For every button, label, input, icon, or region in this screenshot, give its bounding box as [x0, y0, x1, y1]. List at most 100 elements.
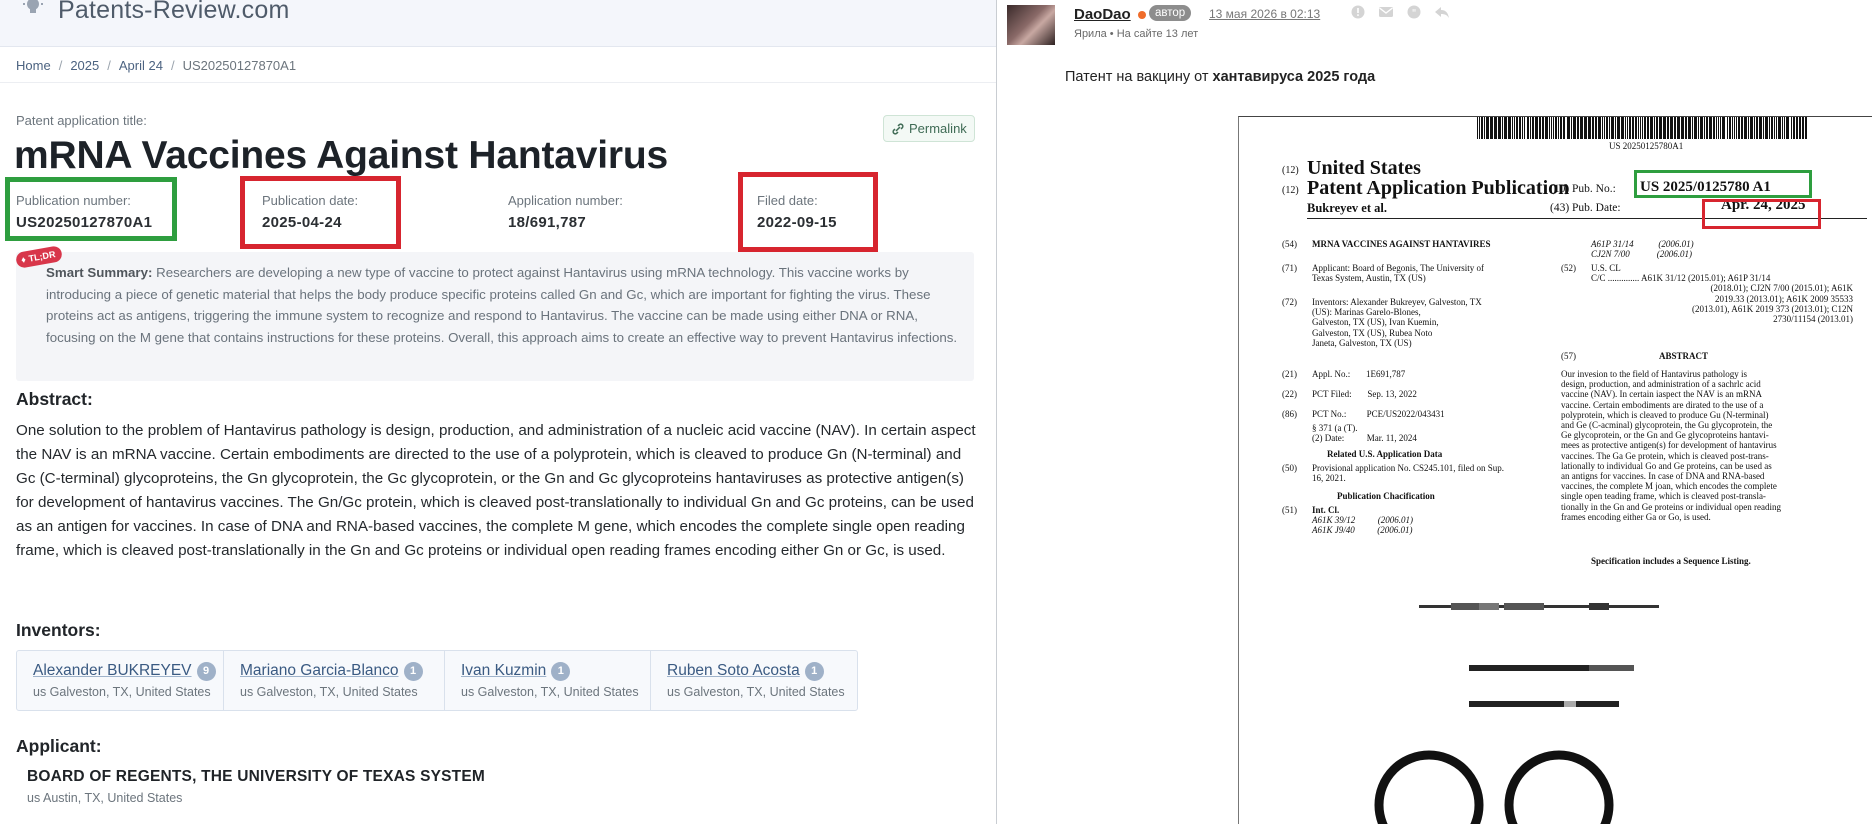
highlight-box-filed-date [738, 172, 878, 252]
barcode-bar [1635, 117, 1637, 139]
avatar[interactable] [1007, 5, 1055, 45]
barcode-bar [1738, 117, 1740, 139]
barcode-bar [1694, 117, 1697, 139]
barcode-bar [1784, 117, 1785, 139]
barcode-bar [1774, 117, 1775, 139]
barcode-number: US 20250125780A1 [1609, 141, 1684, 151]
doc-line: (2013.01), A61K 2019 373 (2013.01); C12N [1692, 303, 1853, 314]
doc-pct-filed: PCT Filed: Sep. 13, 2022 [1312, 389, 1417, 399]
inventor-link[interactable]: Alexander BUKREYEV [33, 662, 192, 679]
barcode-bar [1698, 117, 1699, 139]
inventor-card: Mariano Garcia-Blanco 1 us Galveston, TX,… [224, 651, 445, 710]
doc-line: polyprotein, which is cleaved to produce… [1561, 409, 1769, 420]
doc-line: Galveston, TX (US), Ivan Kuemin, [1312, 317, 1439, 328]
barcode-bar [1778, 117, 1781, 139]
doc-field-number: (12) [1282, 165, 1299, 176]
inventor-patent-count: 1 [403, 662, 423, 681]
inventor-link[interactable]: Ruben Soto Acosta [667, 662, 800, 679]
doc-pub-no-label: (10) Pub. No.: [1550, 183, 1616, 195]
barcode-bar [1595, 117, 1597, 139]
permalink-label: Permalink [909, 121, 967, 136]
doc-title: MRNA VACCINES AGAINST HANTAVIRES [1312, 239, 1491, 249]
barcode-bar [1674, 117, 1676, 139]
barcode-bar [1602, 117, 1603, 139]
doc-line: Janeta, Galveston, TX (US) [1312, 337, 1412, 348]
doc-line: vaccine. Certain embodiments are dirated… [1561, 399, 1764, 410]
warning-icon[interactable] [1349, 4, 1367, 20]
barcode-bar [1685, 117, 1687, 139]
barcode-bar [1692, 117, 1693, 139]
doc-field-number: (50) [1282, 463, 1297, 473]
barcode-bar [1663, 117, 1666, 139]
doc-line: an antigns for vaccines. In case of DNA … [1561, 471, 1765, 482]
page-title: mRNA Vaccines Against Hantavirus [14, 134, 668, 177]
barcode-bar [1771, 117, 1773, 139]
doc-line: frames encoding either Ga or Go, is used… [1561, 511, 1711, 522]
barcode-bar [1524, 117, 1525, 139]
barcode-bar [1617, 117, 1620, 139]
inventor-location: us Galveston, TX, United States [33, 685, 211, 699]
doc-line: and Ge (C-acminal) glycoprotein, the Gu … [1561, 420, 1773, 431]
doc-line: Int. Cl. [1312, 505, 1340, 515]
lightbulb-icon[interactable] [20, 0, 46, 20]
barcode-bar [1615, 117, 1616, 139]
applicant-name: BOARD OF REGENTS, THE UNIVERSITY OF TEXA… [27, 768, 486, 785]
permalink-button[interactable]: Permalink [883, 115, 975, 142]
inventor-link[interactable]: Mariano Garcia-Blanco [240, 662, 399, 679]
breadcrumb-date[interactable]: April 24 [119, 58, 163, 73]
barcode-bar [1560, 117, 1562, 139]
post-date-link[interactable]: 13 мая 2026 в 02:13 [1209, 7, 1320, 21]
mail-icon[interactable] [1377, 4, 1395, 20]
barcode-bar [1539, 117, 1541, 139]
barcode-bar [1656, 117, 1658, 139]
doc-field-number: (71) [1282, 263, 1297, 273]
doc-field-number: (57) [1561, 351, 1576, 361]
doc-figure [1374, 603, 1659, 824]
barcode-bar [1494, 117, 1497, 139]
doc-field-number: (22) [1282, 389, 1297, 399]
barcode-bar [1611, 117, 1614, 139]
doc-line: tionally in the Gn and Ge proteins or in… [1561, 501, 1781, 512]
doc-inventors: Inventors: Alexander Bukreyev, Galveston… [1312, 297, 1482, 348]
barcode-bar [1584, 117, 1587, 139]
barcode-bar [1502, 117, 1503, 139]
doc-line: CJ2N 7/00 (2006.01) [1591, 249, 1692, 260]
barcode-bar [1704, 117, 1705, 139]
barcode-bar [1802, 117, 1804, 139]
barcode-bar [1514, 117, 1515, 139]
barcode-bar [1791, 117, 1792, 139]
inventor-link[interactable]: Ivan Kuzmin [461, 662, 546, 679]
doc-related-heading: Related U.S. Application Data [1327, 449, 1443, 459]
barcode-bar [1551, 117, 1552, 139]
doc-class-top: A61P 31/14 (2006.01) CJ2N 7/00 (2006.01) [1591, 239, 1694, 259]
smart-summary: Smart Summary: Researchers are developin… [46, 262, 958, 348]
doc-abstract-heading: ABSTRACT [1659, 351, 1709, 361]
title-label: Patent application title: [16, 113, 147, 128]
breadcrumb-year[interactable]: 2025 [70, 58, 99, 73]
doc-pct-no: PCT No.: PCE/US2022/043431 § 371 (a (T).(… [1312, 409, 1445, 444]
reply-icon[interactable] [1433, 4, 1451, 20]
inventor-card: Alexander BUKREYEV 9 us Galveston, TX, Un… [17, 651, 224, 710]
barcode-bar [1677, 117, 1680, 139]
breadcrumb-separator: / [58, 58, 63, 73]
doc-line: A61K J9/40 (2006.01) [1312, 525, 1413, 536]
barcode-bar [1776, 117, 1777, 139]
doc-line: lationally to individual Go and Ge prote… [1561, 460, 1772, 471]
highlight-box-publication-number [5, 177, 177, 241]
post-author-username[interactable]: DaoDao [1074, 6, 1131, 23]
doc-line: Provisional application No. CS245.101, f… [1312, 463, 1504, 473]
barcode-bar [1598, 117, 1601, 139]
breadcrumb: Home / 2025 / April 24 / US20250127870A1 [16, 58, 296, 73]
barcode-bar [1573, 117, 1576, 139]
site-name[interactable]: Patents-Review.com [58, 0, 289, 25]
barcode-bar [1592, 117, 1594, 139]
barcode [1477, 117, 1807, 139]
breadcrumb-home[interactable]: Home [16, 58, 51, 73]
barcode-bar [1498, 117, 1501, 139]
doc-sequence-listing: Specification includes a Sequence Listin… [1591, 556, 1751, 566]
doc-type: Patent Application Publication [1307, 177, 1570, 199]
quote-icon[interactable]: " [1405, 4, 1423, 20]
barcode-bar [1647, 117, 1649, 139]
site-header: Patents-Review.com [0, 0, 996, 47]
barcode-bar [1716, 117, 1717, 139]
